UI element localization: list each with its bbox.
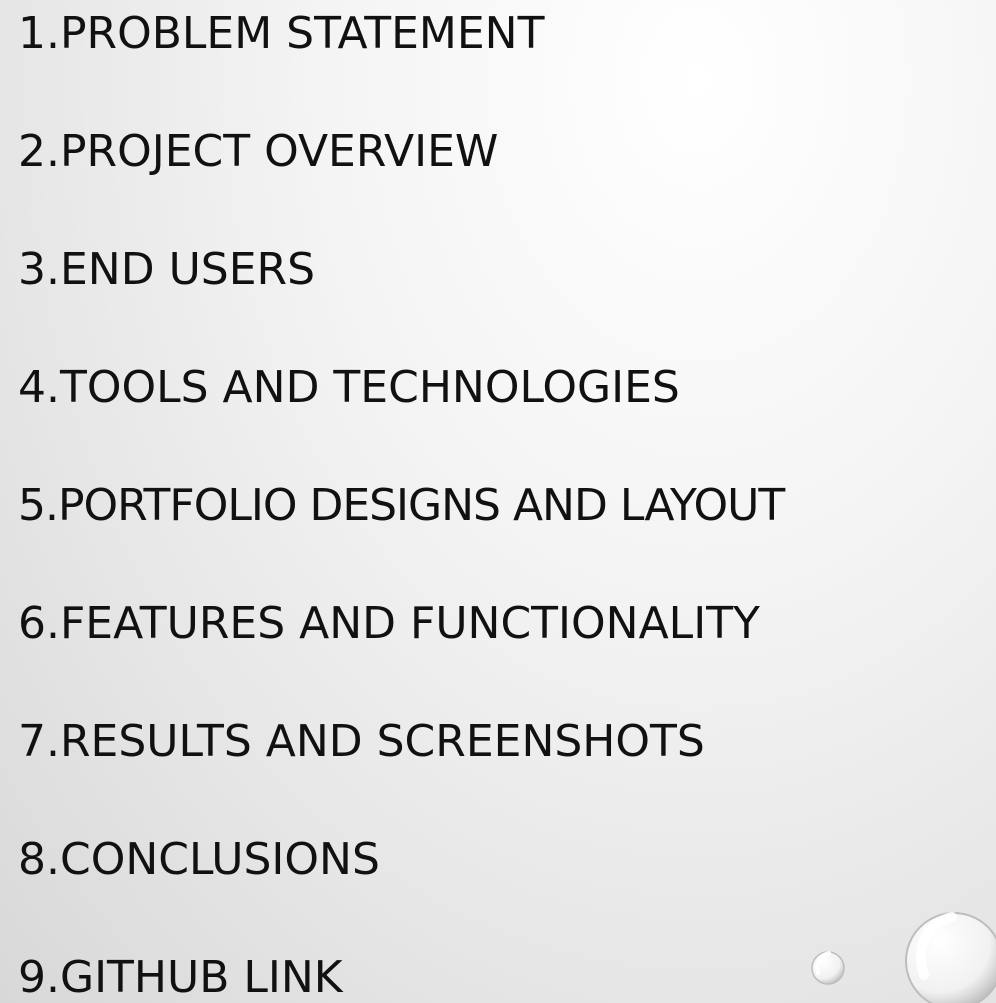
- small-bubble-icon: [811, 951, 845, 985]
- agenda-item: 6.FEATURES AND FUNCTIONALITY: [18, 598, 760, 649]
- agenda-item: 7.RESULTS AND SCREENSHOTS: [18, 716, 705, 767]
- large-bubble-icon: [905, 912, 996, 1003]
- agenda-item: 1.PROBLEM STATEMENT: [18, 8, 545, 59]
- agenda-item: 2.PROJECT OVERVIEW: [18, 126, 499, 177]
- agenda-item: 8.CONCLUSIONS: [18, 834, 380, 885]
- agenda-item: 9.GITHUB LINK: [18, 952, 343, 1003]
- agenda-item: 5.PORTFOLIO DESIGNS AND LAYOUT: [18, 480, 785, 531]
- slide: 1.PROBLEM STATEMENT 2.PROJECT OVERVIEW 3…: [0, 0, 996, 1003]
- bubble-decoration: [811, 912, 996, 1003]
- agenda-item: 3.END USERS: [18, 244, 315, 295]
- agenda-item: 4.TOOLS AND TECHNOLOGIES: [18, 362, 680, 413]
